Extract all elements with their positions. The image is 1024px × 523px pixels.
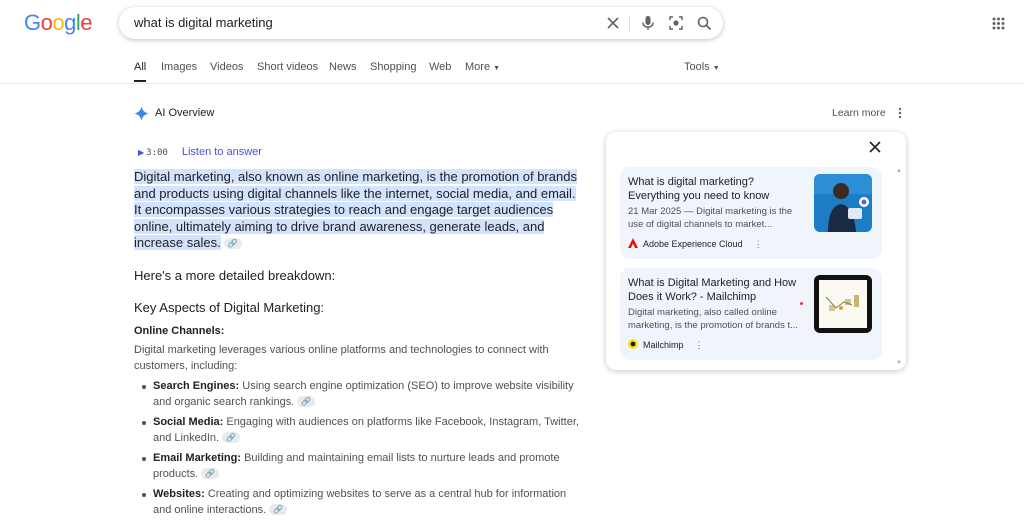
tab-more[interactable]: More ▼ [465, 61, 500, 73]
logo-letter: o [40, 10, 53, 35]
google-logo[interactable]: Google [24, 10, 93, 36]
tab-web[interactable]: Web [429, 61, 451, 73]
link-icon[interactable]: 🔗 [201, 468, 220, 480]
link-icon[interactable]: 🔗 [269, 504, 288, 516]
listen-label: Listen to answer [181, 146, 262, 158]
source-card[interactable]: What is digital marketing? Everything yo… [620, 167, 882, 259]
scroll-up-icon[interactable]: ▲ [896, 168, 902, 174]
logo-letter: g [64, 10, 76, 35]
list-item: Social Media: Engaging with audiences on… [140, 415, 580, 446]
subsection-heading: Online Channels: [134, 325, 225, 337]
breakdown-intro: Here's a more detailed breakdown: [134, 268, 336, 283]
tab-shopping[interactable]: Shopping [370, 61, 417, 73]
list-item: Websites: Creating and optimizing websit… [140, 487, 580, 518]
mic-icon[interactable] [638, 13, 658, 33]
bullet-term: Email Marketing: [153, 452, 242, 464]
tools-label: Tools [684, 61, 710, 73]
link-icon[interactable]: 🔗 [223, 238, 242, 250]
play-icon: ▶ [138, 148, 145, 157]
source-snippet: 21 Mar 2025 — Digital marketing is the u… [628, 206, 793, 230]
more-options-icon[interactable]: ⋮ [695, 340, 704, 351]
logo-letter: G [24, 10, 41, 35]
source-thumbnail [814, 275, 872, 333]
list-item: Email Marketing: Building and maintainin… [140, 451, 580, 482]
bullet-term: Search Engines: [153, 380, 240, 392]
tab-more-label: More [465, 61, 491, 73]
apps-grid-icon[interactable] [992, 17, 1005, 35]
subsection-description: Digital marketing leverages various onli… [134, 344, 549, 372]
search-icon[interactable] [694, 13, 714, 33]
source-title[interactable]: What is digital marketing? Everything yo… [628, 175, 808, 203]
tab-images[interactable]: Images [161, 61, 197, 73]
list-item: Search Engines: Using search engine opti… [140, 379, 580, 410]
source-attribution: Adobe Experience Cloud ⋮ [628, 238, 763, 250]
section-heading: Key Aspects of Digital Marketing: [134, 300, 325, 315]
source-attribution: Mailchimp ⋮ [628, 339, 704, 351]
bullet-text: Creating and optimizing websites to serv… [153, 488, 567, 516]
logo-letter: o [52, 10, 65, 35]
bullet-term: Social Media: [153, 416, 224, 428]
source-name: Adobe Experience Cloud [643, 239, 743, 249]
close-icon[interactable] [603, 13, 623, 33]
chevron-down-icon: ▼ [712, 65, 720, 72]
adobe-logo-icon [628, 238, 638, 250]
tab-all[interactable]: All [134, 61, 146, 73]
search-divider [629, 15, 630, 32]
bullet-list: Search Engines: Using search engine opti… [140, 379, 580, 523]
source-name: Mailchimp [643, 340, 684, 350]
learn-more-link[interactable]: Learn more [832, 107, 886, 119]
logo-letter: e [80, 10, 93, 35]
tab-news[interactable]: News [329, 61, 357, 73]
search-input[interactable]: what is digital marketing [134, 15, 273, 30]
active-tab-indicator [134, 80, 146, 82]
link-icon[interactable]: 🔗 [222, 432, 241, 444]
more-options-icon[interactable] [895, 106, 905, 125]
ai-overview-summary: Digital marketing, also known as online … [134, 169, 582, 252]
summary-text-1: Digital marketing, also known as online … [134, 169, 440, 184]
more-options-icon[interactable]: ⋮ [754, 239, 763, 250]
tab-videos[interactable]: Videos [210, 61, 243, 73]
tab-short-videos[interactable]: Short videos [257, 61, 318, 73]
ai-overview-title: AI Overview [155, 107, 215, 119]
bullet-term: Websites: [153, 488, 205, 500]
search-box[interactable]: what is digital marketing [119, 7, 723, 39]
source-thumbnail [814, 174, 872, 232]
sparkle-icon [134, 106, 149, 126]
listen-to-answer-button[interactable]: ▶ 3:00 Listen to answer [138, 146, 262, 158]
chevron-down-icon: ▼ [493, 65, 501, 72]
mailchimp-logo-icon [628, 339, 638, 351]
close-icon[interactable] [868, 140, 882, 159]
scroll-down-icon[interactable]: ▼ [896, 360, 902, 366]
camera-icon[interactable] [666, 13, 686, 33]
source-card[interactable]: What is Digital Marketing and How Does i… [620, 268, 882, 360]
notification-dot [800, 302, 803, 305]
source-title[interactable]: What is Digital Marketing and How Does i… [628, 276, 808, 304]
link-icon[interactable]: 🔗 [297, 396, 316, 408]
tools-button[interactable]: Tools ▼ [684, 61, 720, 73]
sources-panel: ▲ What is digital marketing? Everything … [606, 132, 906, 370]
listen-duration: 3:00 [146, 148, 168, 158]
header-divider [0, 83, 1024, 84]
source-snippet: Digital marketing, also called online ma… [628, 307, 799, 331]
